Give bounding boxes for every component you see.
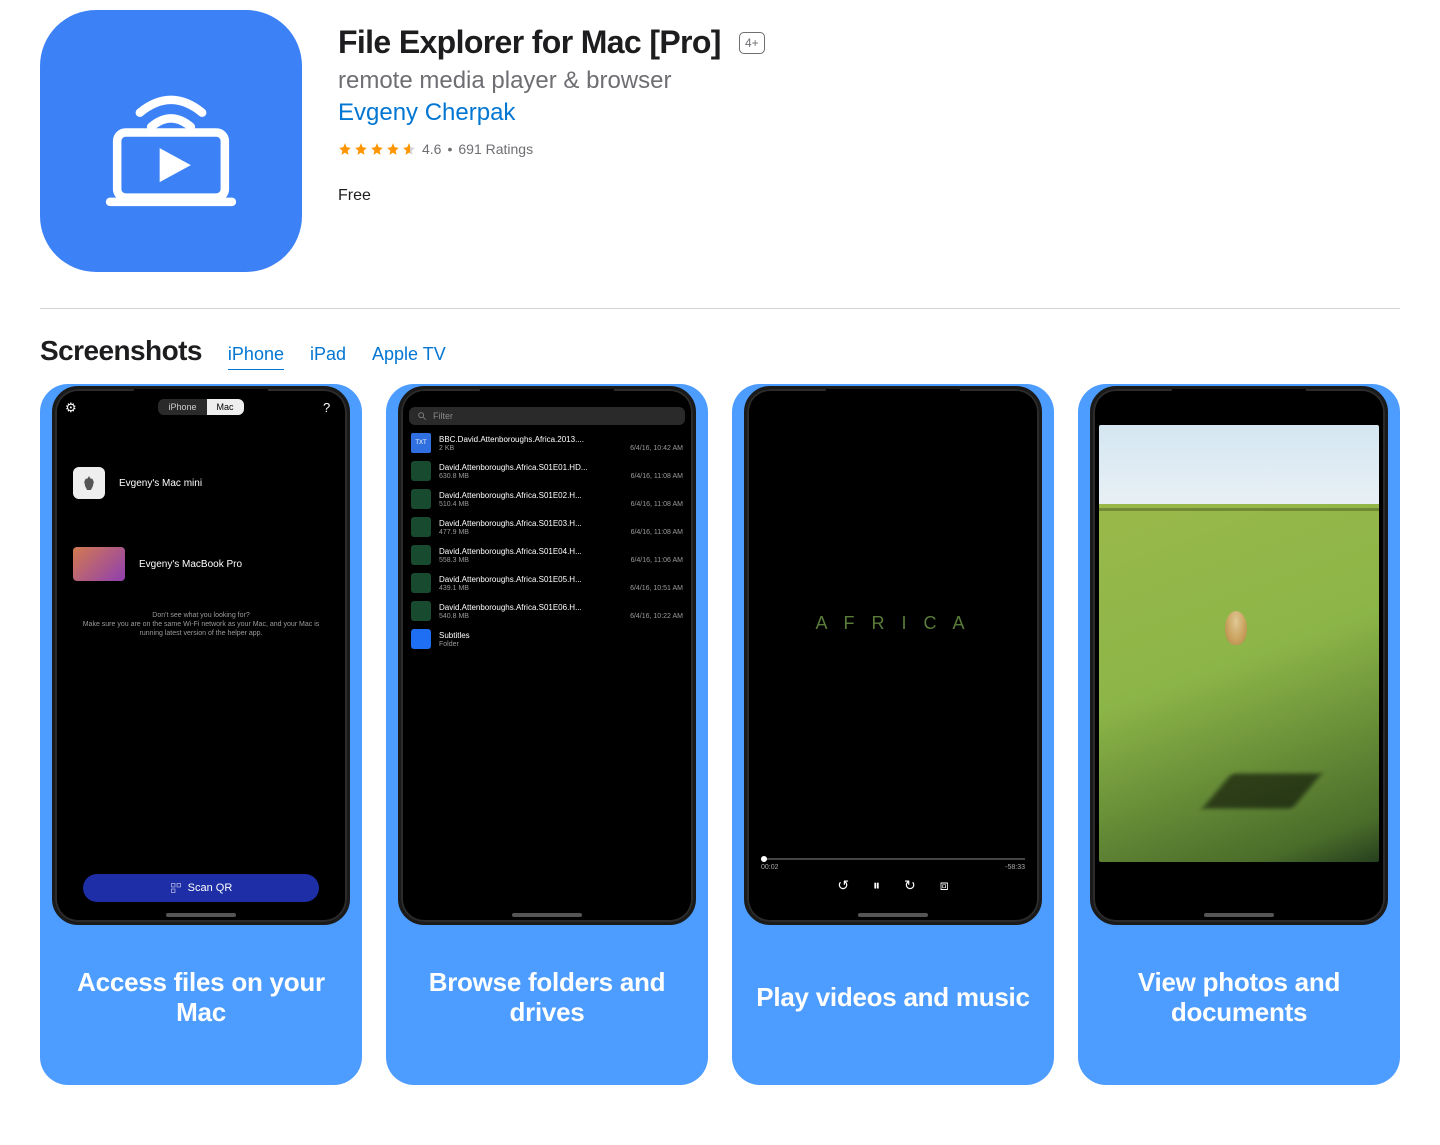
dog-icon [1225, 611, 1247, 645]
file-date: 6/4/16, 11:08 AM [631, 501, 683, 508]
home-indicator-icon [166, 913, 236, 917]
file-row: David.Attenboroughs.Africa.S01E03.H...47… [401, 513, 693, 541]
scan-qr-button: Scan QR [83, 874, 319, 902]
file-size: 510.4 MB [439, 501, 469, 508]
file-size: 2 KB [439, 445, 454, 452]
screenshots-heading: Screenshots [40, 335, 202, 367]
screenshot-2[interactable]: Filter TXT BBC.David.Attenboroughs.Africa… [386, 384, 708, 1085]
file-size: Folder [439, 641, 459, 648]
file-row: David.Attenboroughs.Africa.S01E01.HD...6… [401, 457, 693, 485]
txt-icon: TXT [411, 433, 431, 453]
star-half-icon [402, 142, 416, 156]
screenshot-caption: Access files on your Mac [40, 925, 362, 1084]
rating-value: 4.6 [422, 141, 441, 157]
gear-icon: ⚙ [65, 400, 79, 414]
vid-icon [411, 545, 431, 565]
folder-icon [411, 629, 431, 649]
app-subtitle: remote media player & browser [338, 67, 1400, 95]
file-row: David.Attenboroughs.Africa.S01E02.H...51… [401, 485, 693, 513]
file-name: BBC.David.Attenboroughs.Africa.2013.... [439, 435, 683, 444]
forward-icon: ↻ [904, 877, 916, 894]
device-row-macbook: Evgeny's MacBook Pro [55, 535, 347, 593]
file-size: 439.1 MB [439, 585, 469, 592]
star-icon [354, 142, 368, 156]
device-row-mac-mini: Evgeny's Mac mini [55, 455, 347, 511]
remaining-time: -58:33 [1005, 864, 1025, 871]
elapsed-time: 00:02 [761, 864, 779, 871]
app-title: File Explorer for Mac [Pro] [338, 24, 721, 61]
file-size: 540.8 MB [439, 613, 469, 620]
developer-link[interactable]: Evgeny Cherpak [338, 99, 1400, 127]
file-name: David.Attenboroughs.Africa.S01E04.H... [439, 547, 683, 556]
file-size: 630.8 MB [439, 473, 469, 480]
file-size: 477.9 MB [439, 529, 469, 536]
file-name: David.Attenboroughs.Africa.S01E03.H... [439, 519, 683, 528]
video-title: A F R I C A [747, 389, 1039, 858]
seg-mac: Mac [207, 399, 244, 415]
file-date: 6/4/16, 11:06 AM [631, 557, 683, 564]
help-icon: ? [323, 400, 337, 414]
pause-icon: ⏸ [873, 877, 880, 894]
rating-row: 4.6 • 691 Ratings [338, 141, 1400, 157]
vid-icon [411, 461, 431, 481]
file-row: David.Attenboroughs.Africa.S01E04.H...55… [401, 541, 693, 569]
rewind-icon: ↺ [837, 877, 849, 894]
seg-iphone: iPhone [158, 399, 206, 415]
tab-iphone[interactable]: iPhone [228, 344, 284, 370]
home-indicator-icon [858, 913, 928, 917]
file-name: David.Attenboroughs.Africa.S01E05.H... [439, 575, 683, 584]
file-date: 6/4/16, 10:22 AM [630, 613, 683, 620]
file-name: David.Attenboroughs.Africa.S01E02.H... [439, 491, 683, 500]
screenshot-3[interactable]: A F R I C A 00:02 -58:33 ↺ ⏸ ↻ ⧈ Play vi… [732, 384, 1054, 1085]
file-name: Subtitles [439, 631, 683, 640]
age-rating-badge: 4+ [739, 32, 765, 54]
search-icon [417, 411, 427, 421]
vid-icon [411, 517, 431, 537]
home-indicator-icon [512, 913, 582, 917]
screenshot-caption: Browse folders and drives [386, 925, 708, 1084]
file-date: 6/4/16, 10:42 AM [630, 445, 683, 452]
device-segmented-control: iPhone Mac [158, 399, 243, 415]
vid-icon [411, 601, 431, 621]
tab-apple-tv[interactable]: Apple TV [372, 344, 446, 369]
mac-mini-icon [73, 467, 105, 499]
vid-icon [411, 489, 431, 509]
filter-field: Filter [409, 407, 685, 425]
ratings-count: 691 Ratings [458, 141, 533, 157]
macbook-icon [73, 547, 125, 581]
file-name: David.Attenboroughs.Africa.S01E01.HD... [439, 463, 683, 472]
photo-preview [1099, 425, 1379, 862]
qr-icon [170, 882, 182, 894]
screenshot-caption: View photos and documents [1078, 925, 1400, 1084]
price-label: Free [338, 187, 1400, 205]
file-row: David.Attenboroughs.Africa.S01E05.H...43… [401, 569, 693, 597]
file-date: 6/4/16, 10:51 AM [630, 585, 683, 592]
file-row: David.Attenboroughs.Africa.S01E06.H...54… [401, 597, 693, 625]
app-icon [40, 10, 302, 272]
vid-icon [411, 573, 431, 593]
star-icon [338, 142, 352, 156]
file-row: SubtitlesFolder [401, 625, 693, 653]
home-indicator-icon [1204, 913, 1274, 917]
stars-icon [338, 142, 416, 156]
file-date: 6/4/16, 11:08 AM [631, 529, 683, 536]
file-date: 6/4/16, 11:08 AM [631, 473, 683, 480]
progress-bar [761, 858, 1025, 860]
file-size: 558.3 MB [439, 557, 469, 564]
file-name: David.Attenboroughs.Africa.S01E06.H... [439, 603, 683, 612]
file-row: TXT BBC.David.Attenboroughs.Africa.2013..… [401, 429, 693, 457]
screenshot-4[interactable]: View photos and documents [1078, 384, 1400, 1085]
hint-text: Don't see what you looking for? Make sur… [55, 611, 347, 638]
tab-ipad[interactable]: iPad [310, 344, 346, 369]
airplay-icon: ⧈ [940, 877, 949, 894]
screenshot-1[interactable]: ⚙ iPhone Mac ? Evgeny's Mac mini Evgeny'… [40, 384, 362, 1085]
screenshot-caption: Play videos and music [732, 925, 1054, 1084]
star-icon [386, 142, 400, 156]
star-icon [370, 142, 384, 156]
